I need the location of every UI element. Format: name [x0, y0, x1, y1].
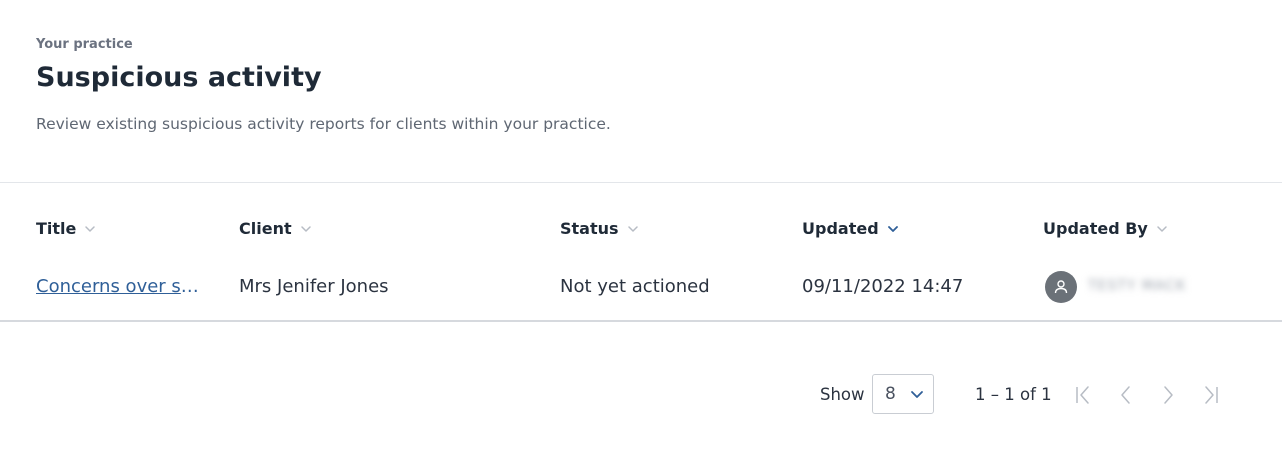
- header-divider: [0, 182, 1282, 183]
- column-header-label: Title: [36, 219, 77, 238]
- updated-by-name: TESTY MACK: [1088, 278, 1187, 294]
- status-cell: Not yet actioned: [560, 276, 710, 297]
- page-size-label: Show: [820, 385, 865, 404]
- chevron-down-icon: [887, 225, 898, 232]
- last-page-button[interactable]: [1199, 383, 1223, 407]
- row-divider: [0, 320, 1282, 322]
- first-page-button[interactable]: [1071, 383, 1095, 407]
- column-header-updated-by[interactable]: Updated By: [1043, 219, 1169, 238]
- avatar: [1045, 271, 1077, 303]
- next-page-button[interactable]: [1157, 383, 1181, 407]
- page-title: Suspicious activity: [36, 62, 322, 93]
- column-header-updated[interactable]: Updated: [802, 219, 900, 238]
- client-cell: Mrs Jenifer Jones: [239, 276, 389, 297]
- breadcrumb-eyebrow: Your practice: [36, 37, 133, 52]
- page-size-value: 8: [885, 384, 896, 404]
- chevron-down-icon: [300, 225, 311, 232]
- page-range-text: 1 – 1 of 1: [975, 385, 1052, 404]
- updated-cell: 09/11/2022 14:47: [802, 276, 964, 297]
- page-description: Review existing suspicious activity repo…: [36, 115, 611, 133]
- chevron-down-icon: [911, 391, 923, 398]
- chevron-down-icon: [85, 225, 96, 232]
- last-page-icon: [1205, 386, 1218, 404]
- chevron-right-icon: [1164, 386, 1173, 404]
- chevron-down-icon: [1157, 225, 1167, 232]
- column-header-label: Updated: [802, 219, 879, 238]
- column-header-status[interactable]: Status: [560, 219, 640, 238]
- prev-page-button[interactable]: [1113, 383, 1137, 407]
- first-page-icon: [1076, 386, 1089, 404]
- column-header-label: Status: [560, 219, 619, 238]
- column-header-client[interactable]: Client: [239, 219, 313, 238]
- chevron-down-icon: [627, 225, 638, 232]
- user-icon: [1054, 280, 1068, 294]
- column-header-label: Client: [239, 219, 292, 238]
- column-header-label: Updated By: [1043, 219, 1148, 238]
- column-header-title[interactable]: Title: [36, 219, 97, 238]
- chevron-left-icon: [1121, 386, 1130, 404]
- report-title-link[interactable]: Concerns over so…: [36, 276, 208, 297]
- page-size-select[interactable]: 8: [872, 374, 934, 414]
